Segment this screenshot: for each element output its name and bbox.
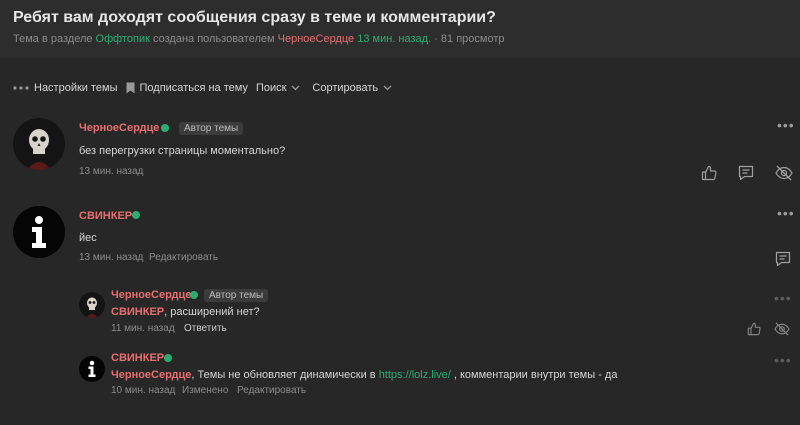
edit-post-link[interactable]: Редактировать	[149, 252, 218, 263]
post-text: без перегрузки страницы моментально?	[79, 145, 286, 157]
hide-button[interactable]	[773, 321, 791, 337]
search-label: Поиск	[255, 82, 287, 94]
thumbs-up-icon	[701, 165, 717, 181]
avatar[interactable]	[79, 292, 105, 318]
comment-time[interactable]: 10 мин. назад	[111, 385, 175, 396]
external-link[interactable]: https://lolz.live/	[379, 369, 451, 381]
hide-button[interactable]	[774, 164, 794, 182]
comment-body: , Темы не обновляет динамически в	[191, 369, 379, 381]
subscribe-button[interactable]: Подписаться на тему	[126, 82, 248, 94]
comment-button[interactable]	[774, 250, 792, 268]
views-count: · 81 просмотр	[434, 33, 505, 45]
comment-text: ЧерноеСердце, Темы не обновляет динамиче…	[111, 369, 617, 381]
like-button[interactable]	[700, 164, 718, 182]
thread-settings-button[interactable]: Настройки темы	[13, 82, 118, 94]
search-dropdown[interactable]: Поиск	[256, 82, 300, 94]
post-menu-button[interactable]: •••	[777, 206, 795, 220]
more-horizontal-icon	[13, 86, 29, 90]
comment-text: СВИНКЕР, расширений нет?	[111, 306, 260, 318]
skull-avatar-icon	[79, 292, 105, 318]
eye-off-icon	[774, 322, 790, 336]
post-text: йес	[79, 232, 97, 244]
chevron-down-icon	[291, 85, 300, 91]
mention-link[interactable]: ЧерноеСердце	[111, 369, 191, 381]
subscribe-label: Подписаться на тему	[139, 82, 248, 94]
comment-body: , расширений нет?	[164, 306, 260, 318]
thread-meta: Тема в разделе Оффтопик создана пользова…	[13, 33, 504, 45]
comment-time[interactable]: 11 мин. назад	[111, 323, 175, 334]
comment-button[interactable]	[737, 164, 755, 182]
online-indicator	[161, 124, 169, 132]
like-button[interactable]	[746, 321, 762, 337]
thumbs-up-icon	[747, 322, 761, 336]
post-time[interactable]: 13 мин. назад	[79, 166, 143, 177]
info-avatar-icon	[79, 356, 105, 382]
comment-icon	[738, 165, 754, 181]
bookmark-icon	[126, 82, 134, 94]
thread-header: Ребят вам доходят сообщения сразу в теме…	[0, 0, 800, 58]
reply-link[interactable]: Ответить	[184, 323, 227, 334]
sort-dropdown[interactable]: Сортировать	[312, 82, 392, 94]
author-badge: Автор темы	[204, 289, 269, 302]
thread-title: Ребят вам доходят сообщения сразу в теме…	[13, 9, 496, 26]
online-indicator	[190, 291, 198, 299]
comment-username[interactable]: СВИНКЕР	[111, 352, 164, 364]
meta-prefix: Тема в разделе	[13, 33, 93, 45]
skull-avatar-icon	[13, 118, 65, 170]
avatar[interactable]	[79, 356, 105, 382]
meta-created: создана пользователем	[152, 33, 275, 45]
online-indicator	[132, 211, 140, 219]
comment-username[interactable]: ЧерноеСердце	[111, 289, 191, 301]
online-indicator	[164, 354, 172, 362]
section-link[interactable]: Оффтопик	[96, 33, 150, 45]
edit-comment-link[interactable]: Редактировать	[237, 385, 306, 396]
comment-icon	[775, 251, 791, 267]
author-badge: Автор темы	[179, 122, 244, 135]
post-username[interactable]: ЧерноеСердце	[79, 122, 159, 134]
info-avatar-icon	[13, 206, 65, 258]
sort-label: Сортировать	[312, 82, 379, 94]
avatar[interactable]	[13, 206, 65, 258]
mention-link[interactable]: СВИНКЕР	[111, 306, 164, 318]
comment-menu-button[interactable]: •••	[774, 291, 792, 305]
eye-off-icon	[775, 165, 793, 181]
post-menu-button[interactable]: •••	[777, 118, 795, 132]
avatar[interactable]	[13, 118, 65, 170]
comment-menu-button[interactable]: •••	[774, 353, 792, 367]
created-time: 13 мин. назад.	[357, 33, 432, 45]
comment-body-end: , комментарии внутри темы - да	[450, 369, 618, 381]
thread-author-link[interactable]: ЧерноеСердце	[278, 33, 355, 45]
chevron-down-icon	[383, 85, 392, 91]
post-time[interactable]: 13 мин. назад	[79, 252, 143, 263]
thread-settings-label: Настройки темы	[34, 82, 118, 94]
thread-toolbar: Настройки темы Подписаться на тему Поиск…	[13, 81, 400, 95]
post-username[interactable]: СВИНКЕР	[79, 210, 132, 222]
edited-label: Изменено	[182, 385, 229, 396]
